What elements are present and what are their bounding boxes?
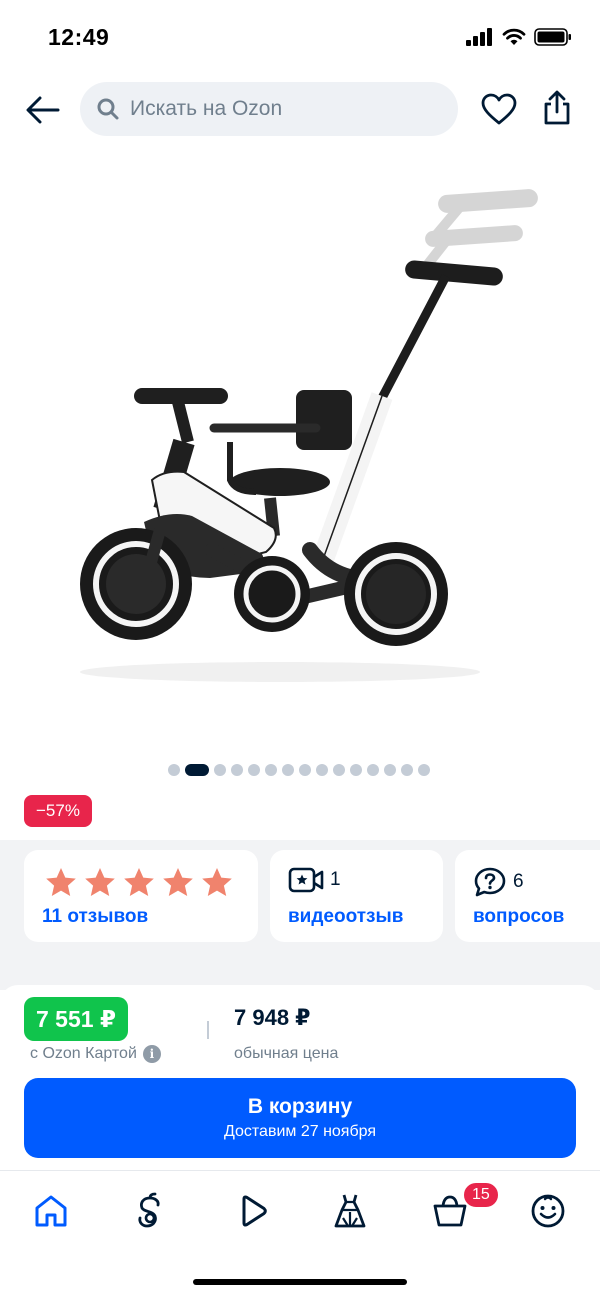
video-play-icon (242, 1195, 267, 1227)
catalog-icon (138, 1192, 160, 1228)
nav-home[interactable] (29, 1189, 73, 1233)
video-reviews-link[interactable]: видеоотзыв (288, 906, 403, 928)
reviews-link[interactable]: 11 отзывов (42, 906, 148, 928)
price-panel: 7 551 ₽ с Ozon Картой i 7 948 ₽ обычная … (0, 985, 600, 1170)
pager-dot[interactable] (299, 764, 311, 776)
info-icon[interactable]: i (142, 1045, 161, 1063)
smiley-profile-icon (531, 1194, 565, 1228)
pager-dot[interactable] (282, 764, 294, 776)
star-icon (163, 868, 193, 896)
discount-badge: −57% (24, 795, 92, 827)
pager-dot[interactable] (185, 764, 209, 776)
home-icon (35, 1195, 67, 1227)
signal-icon (466, 28, 492, 46)
header: Искать на Ozon (0, 80, 600, 138)
home-indicator[interactable] (193, 1279, 407, 1285)
pager-dot[interactable] (316, 764, 328, 776)
search-input[interactable]: Искать на Ozon (80, 82, 458, 136)
pager-dot[interactable] (384, 764, 396, 776)
video-reviews-row: 1 (288, 866, 341, 894)
add-to-cart-label: В корзину (247, 1095, 353, 1118)
search-placeholder: Искать на Ozon (130, 97, 283, 120)
favorite-button[interactable] (480, 90, 518, 128)
rating-stars (44, 866, 234, 898)
pager-dot[interactable] (248, 764, 260, 776)
bottom-nav: 15 (0, 1170, 600, 1297)
star-icon (46, 868, 76, 896)
nav-catalog[interactable] (128, 1189, 172, 1233)
add-to-cart-button[interactable]: В корзину Доставим 27 ноября (24, 1078, 576, 1158)
cart-count-badge: 15 (462, 1181, 500, 1209)
pager-dot[interactable] (231, 764, 243, 776)
ozon-card-price: 7 551 ₽ (24, 997, 128, 1041)
arrow-left-icon (26, 96, 60, 124)
product-image[interactable] (60, 180, 550, 700)
pager-dot[interactable] (333, 764, 345, 776)
share-icon (544, 90, 570, 125)
questions-link[interactable]: вопросов (473, 906, 564, 928)
questions-card[interactable]: 6 вопросов (455, 850, 600, 942)
heart-icon (481, 93, 517, 125)
star-icon (85, 868, 115, 896)
share-button[interactable] (538, 88, 576, 128)
ozon-card-label[interactable]: с Ozon Картой i (30, 1045, 161, 1063)
video-camera-icon (288, 867, 324, 893)
questions-row: 6 (473, 866, 524, 898)
battery-icon (534, 28, 571, 46)
status-time: 12:49 (48, 24, 110, 50)
nav-profile[interactable] (526, 1189, 570, 1233)
pager-dot[interactable] (265, 764, 277, 776)
status-icons (466, 28, 572, 46)
star-icon (202, 868, 232, 896)
status-bar: 12:49 (0, 0, 600, 76)
wifi-icon (502, 28, 526, 45)
pager-dot[interactable] (418, 764, 430, 776)
delivery-date-label: Доставим 27 ноября (223, 1123, 377, 1140)
pager-dot[interactable] (168, 764, 180, 776)
back-button[interactable] (22, 90, 64, 130)
reviews-card[interactable]: 11 отзывов (24, 850, 258, 942)
regular-price-label: обычная цена (234, 1045, 339, 1062)
pager-dot[interactable] (214, 764, 226, 776)
pager-dot[interactable] (401, 764, 413, 776)
nav-video[interactable] (231, 1189, 275, 1233)
regular-price: 7 948 ₽ (234, 1005, 311, 1030)
star-icon (124, 868, 154, 896)
ozon-card-label-text: с Ozon Картой (30, 1045, 137, 1062)
pager-dot[interactable] (350, 764, 362, 776)
questions-count: 6 (513, 871, 524, 892)
pager-dot[interactable] (367, 764, 379, 776)
video-reviews-card[interactable]: 1 видеоотзыв (270, 850, 443, 942)
search-icon (97, 98, 119, 120)
video-reviews-count: 1 (330, 869, 341, 890)
dress-icon (334, 1194, 366, 1228)
question-bubble-icon (474, 867, 506, 897)
price-divider (207, 1021, 209, 1039)
gallery-pager[interactable] (168, 764, 430, 776)
nav-fashion[interactable] (328, 1189, 372, 1233)
